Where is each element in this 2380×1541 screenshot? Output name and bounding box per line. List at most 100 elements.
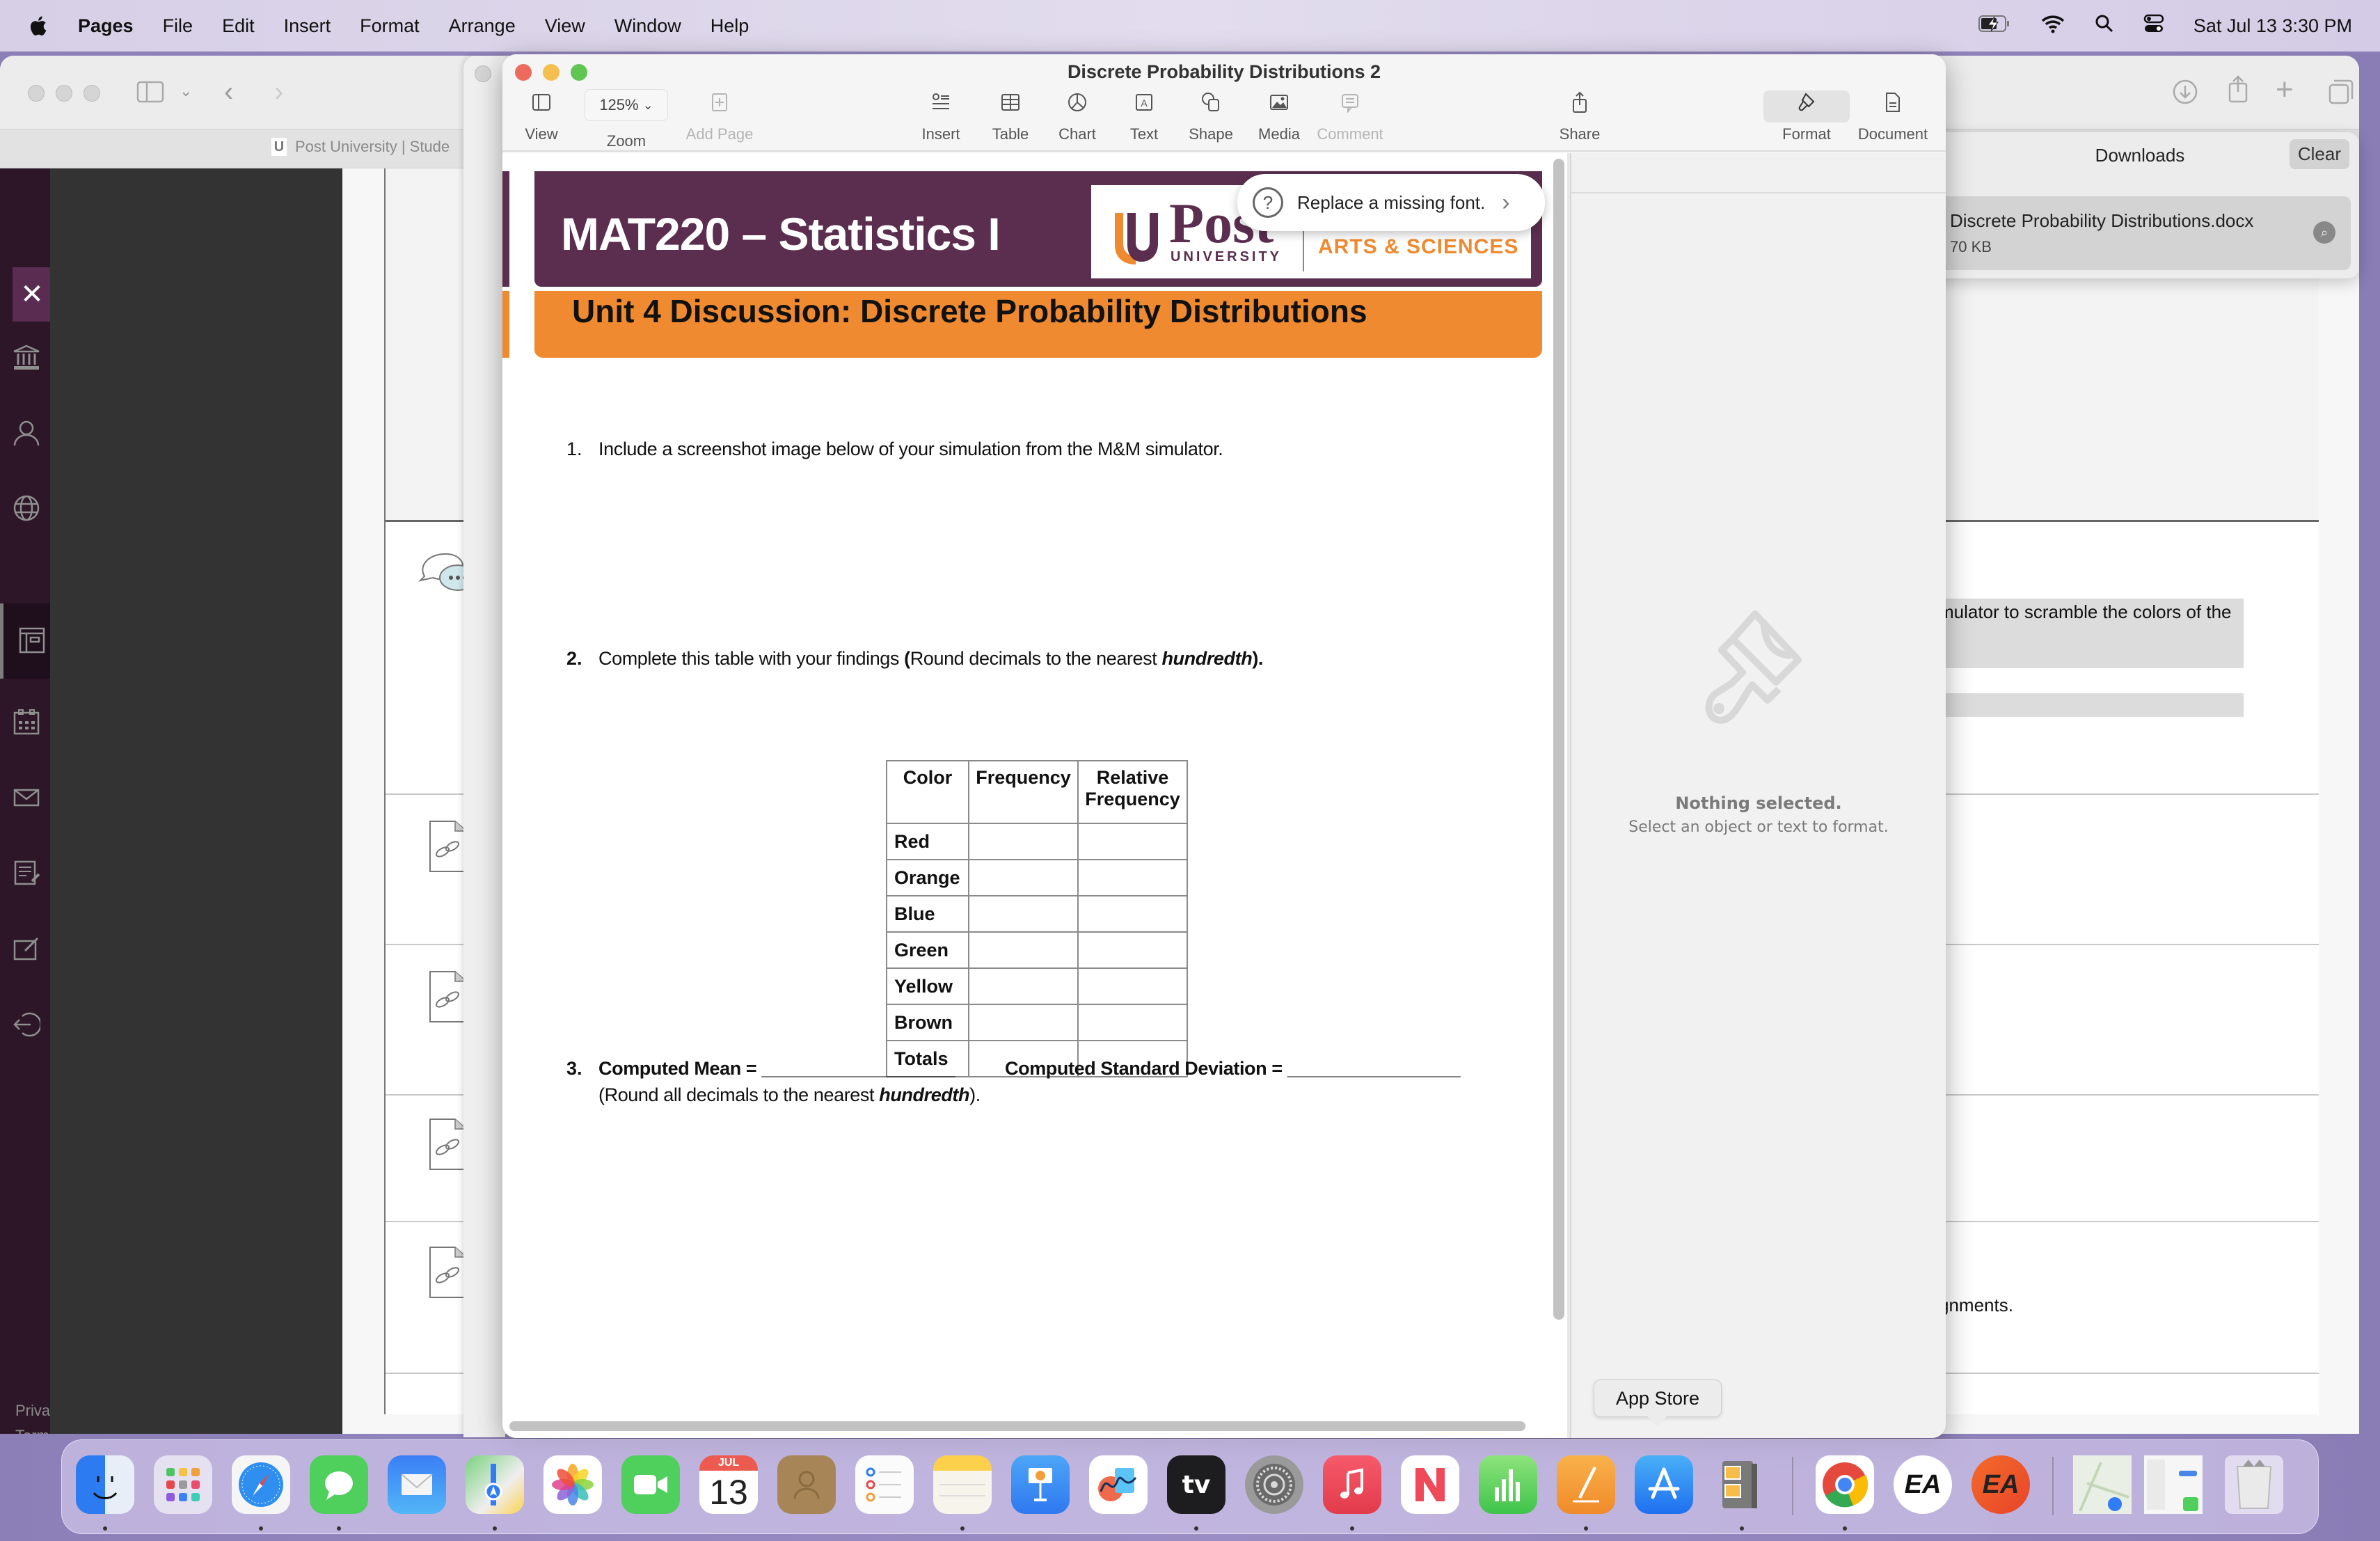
courses-icon[interactable] [18,626,46,654]
dock-ea-icon[interactable]: EA [1894,1455,1952,1514]
document-canvas[interactable]: MAT220 – Statistics I Post UNIVERSITY AR… [502,153,1570,1438]
replace-missing-font-button[interactable]: ? Replace a missing font. › [1237,174,1545,231]
share-icon[interactable] [2226,74,2251,108]
terms-link[interactable]: Term [15,1427,49,1434]
dock-contacts-icon[interactable] [777,1455,836,1514]
dock-maps-icon[interactable] [466,1455,524,1514]
frequency-cell[interactable] [968,1004,1079,1041]
menu-clock[interactable]: Sat Jul 13 3:30 PM [2193,15,2352,37]
privacy-link[interactable]: Priva [15,1402,50,1420]
control-center-icon[interactable] [2143,13,2164,39]
menu-help[interactable]: Help [711,15,749,37]
document-button[interactable]: Document [1858,90,1928,143]
browser-tab[interactable]: U Post University | Stude [271,138,450,156]
comment-button[interactable]: Comment [1315,90,1385,143]
dock-reminders-icon[interactable] [855,1455,914,1514]
relative-frequency-cell[interactable] [1077,859,1188,896]
sidebar-toggle-icon[interactable] [136,81,164,106]
relative-frequency-cell[interactable] [1077,1004,1188,1041]
relative-frequency-cell[interactable] [1077,967,1188,1005]
user-icon[interactable] [13,419,40,447]
inactive-window-button[interactable] [475,65,491,82]
dock-chrome-icon[interactable] [1816,1455,1874,1514]
calendar-icon[interactable] [13,709,40,736]
computed-sd-blank[interactable]: _________________ [1287,1058,1461,1079]
relative-frequency-cell[interactable] [1077,823,1188,860]
new-tab-icon[interactable]: + [2276,72,2294,107]
mail-icon[interactable] [13,784,40,812]
dock-freeform-icon[interactable] [1089,1455,1148,1514]
apple-menu-icon[interactable] [28,14,49,38]
dock-app-store-icon[interactable] [1635,1455,1693,1514]
dock-music-icon[interactable] [1323,1455,1381,1514]
table-button[interactable]: Table [976,90,1045,143]
dock-pages-icon[interactable] [1557,1455,1615,1514]
dock-safari-icon[interactable] [232,1455,290,1514]
menu-insert[interactable]: Insert [284,15,331,37]
spotlight-search-icon[interactable] [2095,14,2114,38]
shape-button[interactable]: Shape [1176,90,1246,143]
grades-icon[interactable] [13,859,40,887]
media-button[interactable]: Media [1244,90,1314,143]
sidebar-menu-chevron-icon[interactable]: ⌄ [180,82,192,100]
link-document-icon[interactable] [427,1116,469,1172]
dock-messages-icon[interactable] [310,1455,368,1514]
dock-launchpad-icon[interactable] [154,1455,212,1514]
text-button[interactable]: A Text [1109,90,1179,143]
menu-arrange[interactable]: Arrange [449,15,516,37]
browser-zoom-button[interactable] [84,85,100,102]
dock-trash-icon[interactable] [2225,1455,2283,1514]
dock-finder-icon[interactable] [76,1455,134,1514]
tab-overview-icon[interactable] [2327,78,2355,109]
close-nav-button[interactable]: ✕ [13,267,51,322]
dock-tv-icon[interactable]: tv [1167,1455,1225,1514]
menu-view[interactable]: View [545,15,585,37]
computed-mean-blank[interactable]: ___________________ [761,1058,955,1079]
browser-minimize-button[interactable] [56,85,72,102]
dock-facetime-icon[interactable] [621,1455,680,1514]
add-page-button[interactable]: Add Page [685,90,754,143]
dock-archive-utility-icon[interactable] [1713,1455,1771,1514]
dock-maps-window-thumbnail[interactable] [2073,1455,2132,1514]
menu-window[interactable]: Window [614,15,681,37]
download-item[interactable]: Discrete Probability Distributions.docx … [1929,196,2351,270]
menu-format[interactable]: Format [360,15,420,37]
zoom-select[interactable]: 125% ⌄ [585,89,668,121]
reveal-in-finder-icon[interactable]: ⌕ [2313,221,2335,244]
dock-keynote-icon[interactable] [1011,1455,1070,1514]
dock-system-settings-icon[interactable] [1245,1455,1303,1514]
downloads-icon[interactable] [2171,78,2199,109]
view-button[interactable]: View [507,90,576,143]
insert-button[interactable]: Insert [906,90,976,143]
dock-ea-app-icon[interactable]: EA [1972,1455,2030,1514]
relative-frequency-cell[interactable] [1077,931,1188,969]
frequency-cell[interactable] [968,931,1079,969]
dock-messages-window-thumbnail[interactable] [2144,1455,2203,1514]
battery-charging-icon[interactable] [1978,14,2011,38]
format-button[interactable]: Format [1772,90,1841,143]
frequency-cell[interactable] [968,895,1079,933]
frequency-cell[interactable] [968,859,1079,896]
link-document-icon[interactable] [427,969,469,1025]
dock-notes-icon[interactable] [933,1455,992,1514]
menu-edit[interactable]: Edit [222,15,255,37]
horizontal-scrollbar[interactable] [509,1421,1525,1431]
menu-file[interactable]: File [163,15,193,37]
institution-icon[interactable] [13,344,40,372]
dock-numbers-icon[interactable] [1479,1455,1537,1514]
share-button[interactable]: Share [1545,90,1615,143]
browser-close-button[interactable] [28,85,45,102]
frequency-cell[interactable] [968,823,1079,860]
relative-frequency-cell[interactable] [1077,895,1188,933]
dock-photos-icon[interactable] [544,1455,602,1514]
dock-mail-icon[interactable] [388,1455,446,1514]
link-document-icon[interactable] [427,1244,469,1300]
dock-news-icon[interactable] [1401,1455,1459,1514]
downloads-clear-button[interactable]: Clear [2289,139,2349,169]
vertical-scrollbar[interactable] [1553,159,1564,1320]
forward-icon[interactable]: › [274,77,283,108]
logout-icon[interactable] [13,1011,40,1038]
edit-icon[interactable] [13,934,40,962]
dock-calendar-icon[interactable]: JUL 13 [699,1455,758,1514]
frequency-cell[interactable] [968,967,1079,1005]
